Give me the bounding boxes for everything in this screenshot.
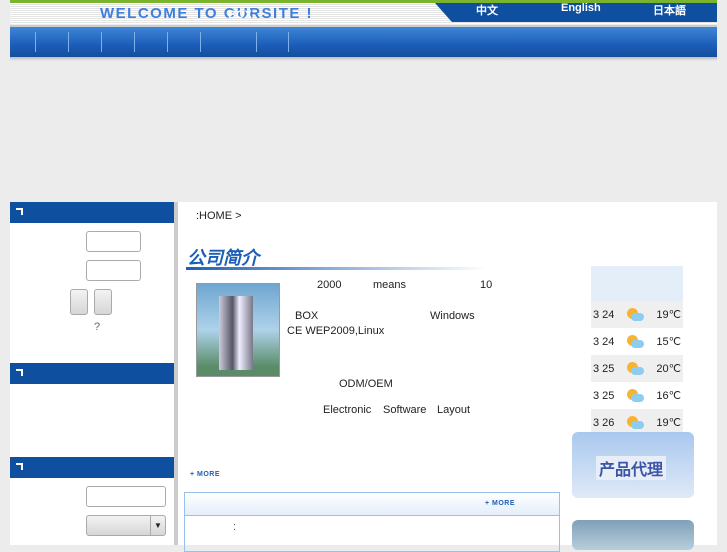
intro-text: ODM/OEM — [339, 378, 393, 390]
lang-chinese[interactable]: 中文 — [476, 2, 498, 18]
weather-widget: 3 24 19℃ 3 24 15℃ 3 25 20℃ 3 25 16℃ 3 26 19℃ — [591, 266, 683, 436]
title-underline — [186, 267, 486, 270]
nav-separator — [167, 32, 168, 52]
weather-date: 3 26 — [593, 416, 615, 429]
login-button[interactable] — [70, 289, 88, 315]
chevron-down-icon: ▼ — [150, 516, 165, 535]
weather-temp: 19℃ — [656, 309, 681, 321]
username-input[interactable] — [86, 231, 141, 252]
lang-japanese[interactable]: 日本語 — [653, 2, 686, 18]
intro-text: BOX — [295, 310, 319, 322]
weather-date: 3 25 — [593, 362, 615, 375]
weather-temp: 19℃ — [656, 417, 681, 429]
search-panel-header — [10, 457, 174, 478]
corner-icon — [16, 369, 23, 376]
news-text: : — [233, 521, 237, 533]
company-building-image — [196, 283, 280, 377]
weather-row: 3 25 16℃ — [591, 382, 683, 409]
building-shape — [219, 296, 253, 370]
forgot-password-link[interactable]: ? — [94, 321, 100, 333]
nav-separator — [288, 32, 289, 52]
intro-text: 10 — [480, 279, 493, 291]
search-input[interactable] — [86, 486, 166, 507]
banner-label: 产品代理 — [596, 456, 667, 480]
register-button[interactable] — [94, 289, 112, 315]
weather-list: 3 24 19℃ 3 24 15℃ 3 25 20℃ 3 25 16℃ 3 26 19℃ — [591, 301, 683, 436]
weather-row: 3 24 19℃ — [591, 301, 683, 328]
corner-icon — [16, 463, 23, 470]
news-box: + MORE : — [184, 492, 560, 552]
weather-temp: 16℃ — [656, 390, 681, 402]
partly-cloudy-icon — [626, 334, 645, 349]
corner-icon — [16, 208, 23, 215]
news-box-header: + MORE — [185, 493, 559, 516]
nav-separator — [134, 32, 135, 52]
partly-cloudy-icon — [626, 415, 645, 430]
nav-separator — [35, 32, 36, 52]
news-more-link[interactable]: + MORE — [485, 500, 515, 507]
weather-temp: 20℃ — [656, 363, 681, 375]
breadcrumb: :HOME > — [196, 210, 242, 222]
weather-header — [591, 266, 683, 301]
weather-date: 3 24 — [593, 308, 615, 321]
secondary-banner[interactable] — [572, 520, 694, 550]
intro-text: Windows — [430, 310, 475, 322]
intro-text: Layout — [437, 404, 471, 416]
partly-cloudy-icon — [626, 388, 645, 403]
weather-temp: 15℃ — [656, 336, 681, 348]
intro-text: Software — [383, 404, 427, 416]
partly-cloudy-icon — [626, 361, 645, 376]
nav-separator — [68, 32, 69, 52]
category-select[interactable]: ▼ — [86, 515, 166, 536]
nav-separator — [200, 32, 201, 52]
weather-date: 3 25 — [593, 389, 615, 402]
weather-row: 3 25 20℃ — [591, 355, 683, 382]
intro-text: Electronic — [323, 404, 372, 416]
product-agency-banner[interactable]: 产品代理 — [572, 432, 694, 498]
nav-separator — [101, 32, 102, 52]
password-input[interactable] — [86, 260, 141, 281]
main-nav — [10, 25, 717, 57]
welcome-banner: WELCOME TO OURSITE ! — [100, 5, 314, 22]
more-link[interactable]: + MORE — [190, 471, 220, 478]
panel-header — [10, 363, 174, 384]
partly-cloudy-icon — [626, 307, 645, 322]
intro-text: CE WEP2009,Linux — [287, 325, 385, 337]
login-panel-header — [10, 202, 174, 223]
weather-row: 3 24 15℃ — [591, 328, 683, 355]
nav-item-box[interactable]: BOX — [228, 9, 252, 21]
intro-text: 2000 — [317, 279, 342, 291]
weather-date: 3 24 — [593, 335, 615, 348]
intro-text: means — [373, 279, 407, 291]
lang-english[interactable]: English — [561, 2, 601, 14]
nav-shadow — [10, 57, 717, 61]
nav-separator — [256, 32, 257, 52]
